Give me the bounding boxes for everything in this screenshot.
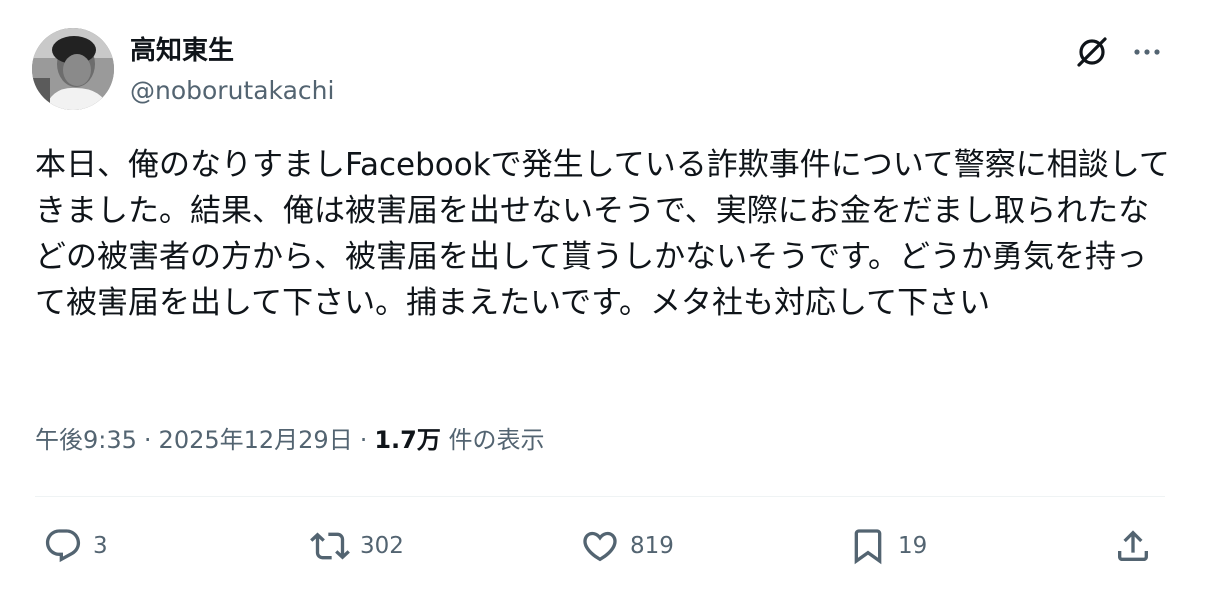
meta-separator: · bbox=[143, 426, 152, 454]
like-count: 819 bbox=[630, 533, 674, 559]
retweet-button[interactable]: 302 bbox=[310, 520, 404, 572]
tweet-time[interactable]: 午後9:35 bbox=[35, 426, 137, 454]
reply-button[interactable]: 3 bbox=[43, 520, 108, 572]
bookmark-button[interactable]: 19 bbox=[848, 520, 927, 572]
views-count[interactable]: 1.7万 bbox=[374, 426, 441, 454]
handle[interactable]: @noborutakachi bbox=[130, 74, 334, 108]
action-bar: 3 302 819 19 bbox=[35, 520, 1165, 572]
avatar-image bbox=[32, 28, 114, 110]
author-names: 高知東生 @noborutakachi bbox=[130, 34, 334, 108]
bookmark-count: 19 bbox=[898, 533, 928, 559]
avatar[interactable] bbox=[32, 28, 114, 110]
heart-icon bbox=[583, 531, 617, 562]
meta-separator: · bbox=[359, 426, 368, 454]
bookmark-icon bbox=[854, 529, 882, 565]
retweet-icon bbox=[310, 532, 350, 560]
grok-icon[interactable] bbox=[1074, 34, 1110, 70]
like-button[interactable]: 819 bbox=[580, 520, 674, 572]
tweet-date[interactable]: 2025年12月29日 bbox=[159, 426, 353, 454]
tweet-card: 高知東生 @noborutakachi 本日、俺のなりすましFacebookで発… bbox=[0, 0, 1220, 590]
tweet-meta: 午後9:35 · 2025年12月29日 · 1.7万 件の表示 bbox=[35, 422, 545, 458]
views-label: 件の表示 bbox=[440, 426, 545, 454]
tweet-text: 本日、俺のなりすましFacebookで発生している詐欺事件について警察に相談して… bbox=[35, 147, 1170, 321]
header-actions bbox=[1074, 34, 1164, 70]
reply-count: 3 bbox=[93, 533, 108, 559]
share-icon bbox=[1118, 530, 1148, 561]
divider bbox=[35, 496, 1165, 497]
display-name[interactable]: 高知東生 bbox=[130, 34, 334, 68]
reply-icon bbox=[45, 529, 81, 563]
more-icon[interactable] bbox=[1130, 35, 1164, 69]
retweet-count: 302 bbox=[360, 533, 404, 559]
share-button[interactable] bbox=[1113, 520, 1153, 572]
tweet-header: 高知東生 @noborutakachi bbox=[32, 28, 1172, 112]
